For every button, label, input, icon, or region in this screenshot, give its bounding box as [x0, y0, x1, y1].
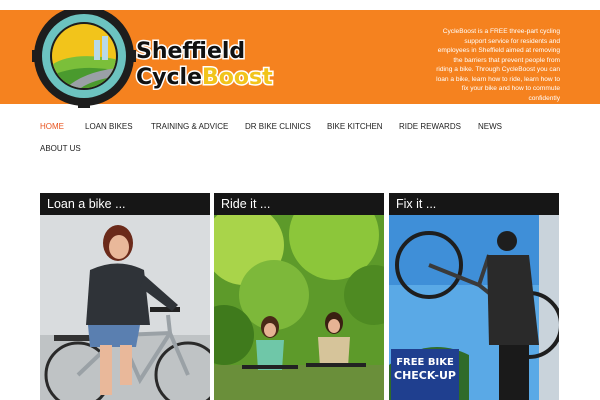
nav-item-bike-kitchen[interactable]: BIKE KITCHEN — [327, 122, 383, 131]
nav-item-dr-bike-clinics[interactable]: DR BIKE CLINICS — [245, 122, 311, 131]
site-tagline: CycleBoost is a FREE three-part cycling … — [436, 28, 560, 102]
logo-text-line1: Sheffield — [136, 39, 245, 64]
site-logo[interactable]: Sheffield CycleBoost — [32, 10, 282, 122]
card-fix-it[interactable]: Fix it ... FREE BIKE CHECK-UP — [389, 193, 559, 400]
sign-text-line1: FREE BIKE — [396, 357, 454, 368]
nav-item-training-advice[interactable]: TRAINING & ADVICE — [151, 122, 228, 131]
logo-text-line2: CycleBoost — [136, 65, 273, 90]
woman-with-bike-photo — [40, 215, 210, 400]
card-title: Loan a bike ... — [40, 193, 210, 215]
nav-item-about-us[interactable]: ABOUT US — [40, 144, 81, 153]
nav-item-home[interactable]: HOME — [40, 122, 64, 131]
nav-item-news[interactable]: NEWS — [478, 122, 502, 131]
site-header: Sheffield CycleBoost CycleBoost is a FRE… — [0, 10, 600, 108]
nav-item-ride-rewards[interactable]: RIDE REWARDS — [399, 122, 461, 131]
card-title: Fix it ... — [389, 193, 559, 215]
bike-repair-photo: FREE BIKE CHECK-UP — [389, 215, 559, 400]
nav-item-loan-bikes[interactable]: LOAN BIKES — [85, 122, 133, 131]
cyclists-in-park-photo — [214, 215, 384, 400]
card-ride-it[interactable]: Ride it ... — [214, 193, 384, 400]
card-title: Ride it ... — [214, 193, 384, 215]
gear-icon — [32, 10, 136, 108]
sign-text-line2: CHECK-UP — [394, 369, 456, 382]
card-loan-a-bike[interactable]: Loan a bike ... — [40, 193, 210, 400]
